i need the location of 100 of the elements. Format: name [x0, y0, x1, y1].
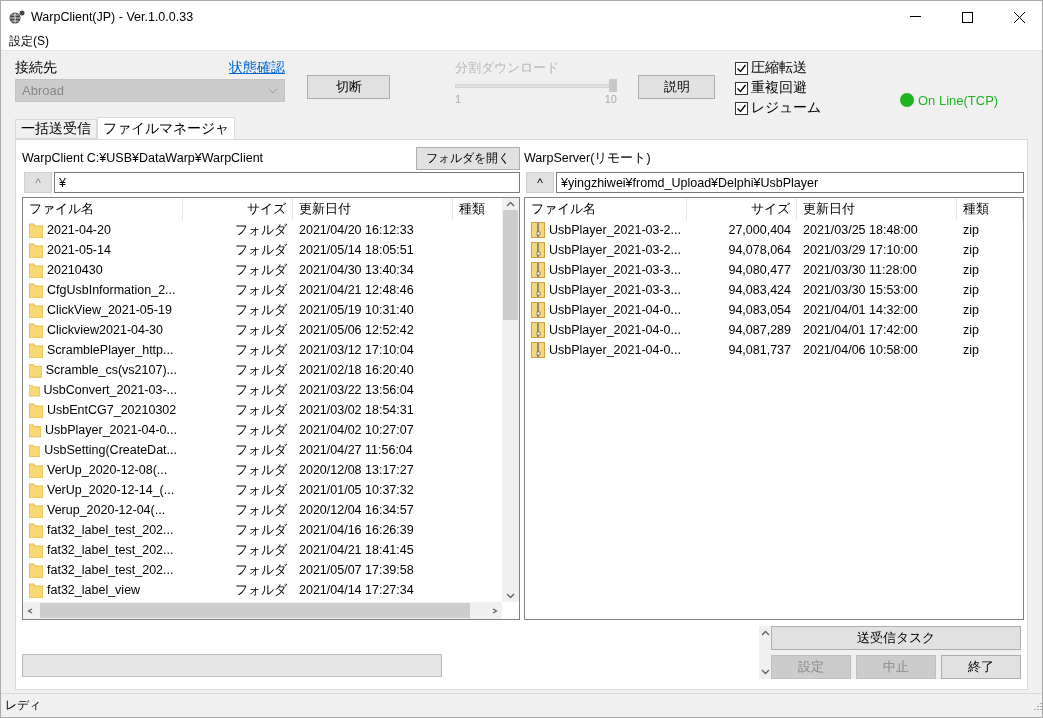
date-cell-text: 2021/05/06 12:52:42 — [298, 322, 415, 339]
up-button[interactable]: ^ — [526, 172, 554, 193]
file-name-cell[interactable]: 20210430 — [23, 260, 183, 280]
size-cell-text: フォルダ — [234, 341, 288, 359]
checkbox-label[interactable]: レジューム — [751, 99, 821, 117]
file-name-cell[interactable]: fat32_label_view — [23, 580, 183, 600]
date-cell-text: 2021/04/21 12:48:46 — [298, 282, 415, 299]
tab[interactable]: 一括送受信 — [15, 119, 97, 139]
date-cell-text: 2021/04/01 17:42:00 — [802, 322, 919, 339]
file-name-cell[interactable]: UsbPlayer_2021-04-0... — [525, 300, 687, 320]
scroll-down-icon[interactable] — [506, 593, 515, 599]
checkbox-label[interactable]: 重複回避 — [751, 79, 807, 97]
zip-file-icon — [531, 242, 545, 258]
checkbox-label[interactable]: 圧縮転送 — [751, 59, 807, 77]
file-name-cell[interactable]: UsbEntCG7_20210302 — [23, 400, 183, 420]
resize-grip-icon — [1032, 700, 1042, 711]
zip-file-icon — [531, 222, 545, 238]
task-button[interactable]: 送受信タスク — [771, 626, 1021, 650]
size-cell-text: 94,080,477 — [727, 262, 792, 279]
vertical-scrollbar[interactable] — [502, 198, 519, 602]
checkbox[interactable] — [735, 81, 748, 95]
file-name-cell[interactable]: UsbSetting(CreateDat... — [23, 440, 183, 460]
zip-file-icon — [531, 342, 545, 358]
folder-icon — [29, 282, 43, 298]
file-name-cell[interactable]: Scramble_cs(vs2107)... — [23, 360, 183, 380]
type-cell-text: zip — [962, 342, 980, 359]
menu-item[interactable]: 設定(S) — [9, 33, 49, 50]
file-name-cell[interactable]: VerUp_2020-12-14_(... — [23, 480, 183, 500]
checkbox[interactable] — [735, 61, 748, 75]
column-header[interactable]: サイズ — [183, 198, 293, 220]
date-cell-text: 2021/04/30 13:40:34 — [298, 262, 415, 279]
file-name-cell[interactable]: UsbPlayer_2021-03-2... — [525, 240, 687, 260]
column-header[interactable]: 種類 — [957, 198, 1023, 220]
size-cell-text: フォルダ — [234, 441, 288, 459]
file-name-cell[interactable]: 2021-04-20 — [23, 220, 183, 240]
minimize-icon[interactable] — [909, 16, 921, 18]
scroll-up-icon[interactable] — [506, 201, 515, 207]
column-header[interactable]: サイズ — [687, 198, 797, 220]
file-name-cell[interactable]: Verup_2020-12-04(... — [23, 500, 183, 520]
task-button[interactable]: 終了 — [941, 655, 1021, 679]
horizontal-scrollbar[interactable] — [23, 602, 502, 619]
file-name-cell[interactable]: fat32_label_test_202... — [23, 560, 183, 580]
folder-icon — [29, 222, 43, 238]
path-field[interactable]: ¥yingzhiwei¥fromd_Upload¥Delphi¥UsbPlayer — [556, 172, 1024, 193]
file-name-cell[interactable]: UsbPlayer_2021-03-3... — [525, 260, 687, 280]
help-button[interactable]: 説明 — [638, 75, 715, 99]
scroll-up-icon[interactable] — [760, 630, 770, 636]
split-download-slider[interactable] — [455, 79, 617, 93]
scrollbar-thumb[interactable] — [40, 603, 470, 618]
column-header[interactable]: 更新日付 — [293, 198, 453, 220]
date-cell-text: 2021/04/02 10:27:07 — [298, 422, 415, 439]
checkbox[interactable] — [735, 101, 748, 115]
column-header[interactable]: 更新日付 — [797, 198, 957, 220]
file-name-cell[interactable]: UsbPlayer_2021-04-0... — [525, 340, 687, 360]
file-name-cell[interactable]: ClickView_2021-05-19 — [23, 300, 183, 320]
close-icon[interactable] — [1013, 11, 1025, 23]
file-name-cell[interactable]: CfgUsbInformation_2... — [23, 280, 183, 300]
file-name-cell[interactable]: ScramblePlayer_http... — [23, 340, 183, 360]
file-name-cell[interactable]: VerUp_2020-12-08(... — [23, 460, 183, 480]
disconnect-button[interactable]: 切断 — [307, 75, 390, 99]
folder-icon — [29, 322, 43, 338]
file-name-cell[interactable]: fat32_label_test_202... — [23, 540, 183, 560]
date-cell-text: 2021/03/30 15:53:00 — [802, 282, 919, 299]
folder-icon — [29, 442, 41, 458]
maximize-icon[interactable] — [961, 11, 973, 23]
zip-file-icon — [531, 322, 545, 338]
date-cell-text: 2020/12/08 13:17:27 — [298, 462, 415, 479]
scroll-down-icon[interactable] — [760, 669, 770, 675]
file-name-cell[interactable]: Clickview2021-04-30 — [23, 320, 183, 340]
file-name-cell[interactable]: fat32_label_test_202... — [23, 520, 183, 540]
size-cell-text: フォルダ — [234, 501, 288, 519]
connection-status: On Line(TCP) — [918, 92, 999, 108]
scrollbar-thumb[interactable] — [503, 210, 518, 320]
date-cell-text: 2021/04/01 14:32:00 — [802, 302, 919, 319]
file-name-cell[interactable]: UsbPlayer_2021-03-3... — [525, 280, 687, 300]
remote-title: WarpServer(リモート) — [524, 149, 651, 167]
zip-file-icon — [531, 282, 545, 298]
path-field[interactable]: ¥ — [54, 172, 520, 193]
open-folder-button[interactable]: フォルダを開く — [416, 146, 520, 170]
file-name-cell[interactable]: 2021-05-14 — [23, 240, 183, 260]
file-name-cell[interactable]: UsbPlayer_2021-03-2... — [525, 220, 687, 240]
size-cell-text: フォルダ — [234, 421, 288, 439]
date-cell-text: 2021/03/22 13:56:04 — [298, 382, 415, 399]
size-cell-text: フォルダ — [234, 361, 288, 379]
tab[interactable]: ファイルマネージャ — [97, 117, 235, 139]
file-name-cell[interactable]: UsbPlayer_2021-04-0... — [23, 420, 183, 440]
tick-label: 10 — [604, 93, 617, 105]
date-cell-text: 2021/05/19 10:31:40 — [298, 302, 415, 319]
column-header[interactable]: ファイル名 — [23, 198, 183, 220]
file-name-cell[interactable]: UsbConvert_2021-03-... — [23, 380, 183, 400]
type-cell-text: zip — [962, 222, 980, 239]
column-header[interactable]: ファイル名 — [525, 198, 687, 220]
date-cell-text: 2021/03/25 18:48:00 — [802, 222, 919, 239]
folder-icon — [29, 562, 43, 578]
date-cell-text: 2021/02/18 16:20:40 — [298, 362, 415, 379]
folder-icon — [29, 422, 41, 438]
folder-icon — [29, 362, 42, 378]
size-cell-text: 27,000,404 — [727, 222, 792, 239]
file-name-cell[interactable]: UsbPlayer_2021-04-0... — [525, 320, 687, 340]
folder-icon — [29, 462, 43, 478]
